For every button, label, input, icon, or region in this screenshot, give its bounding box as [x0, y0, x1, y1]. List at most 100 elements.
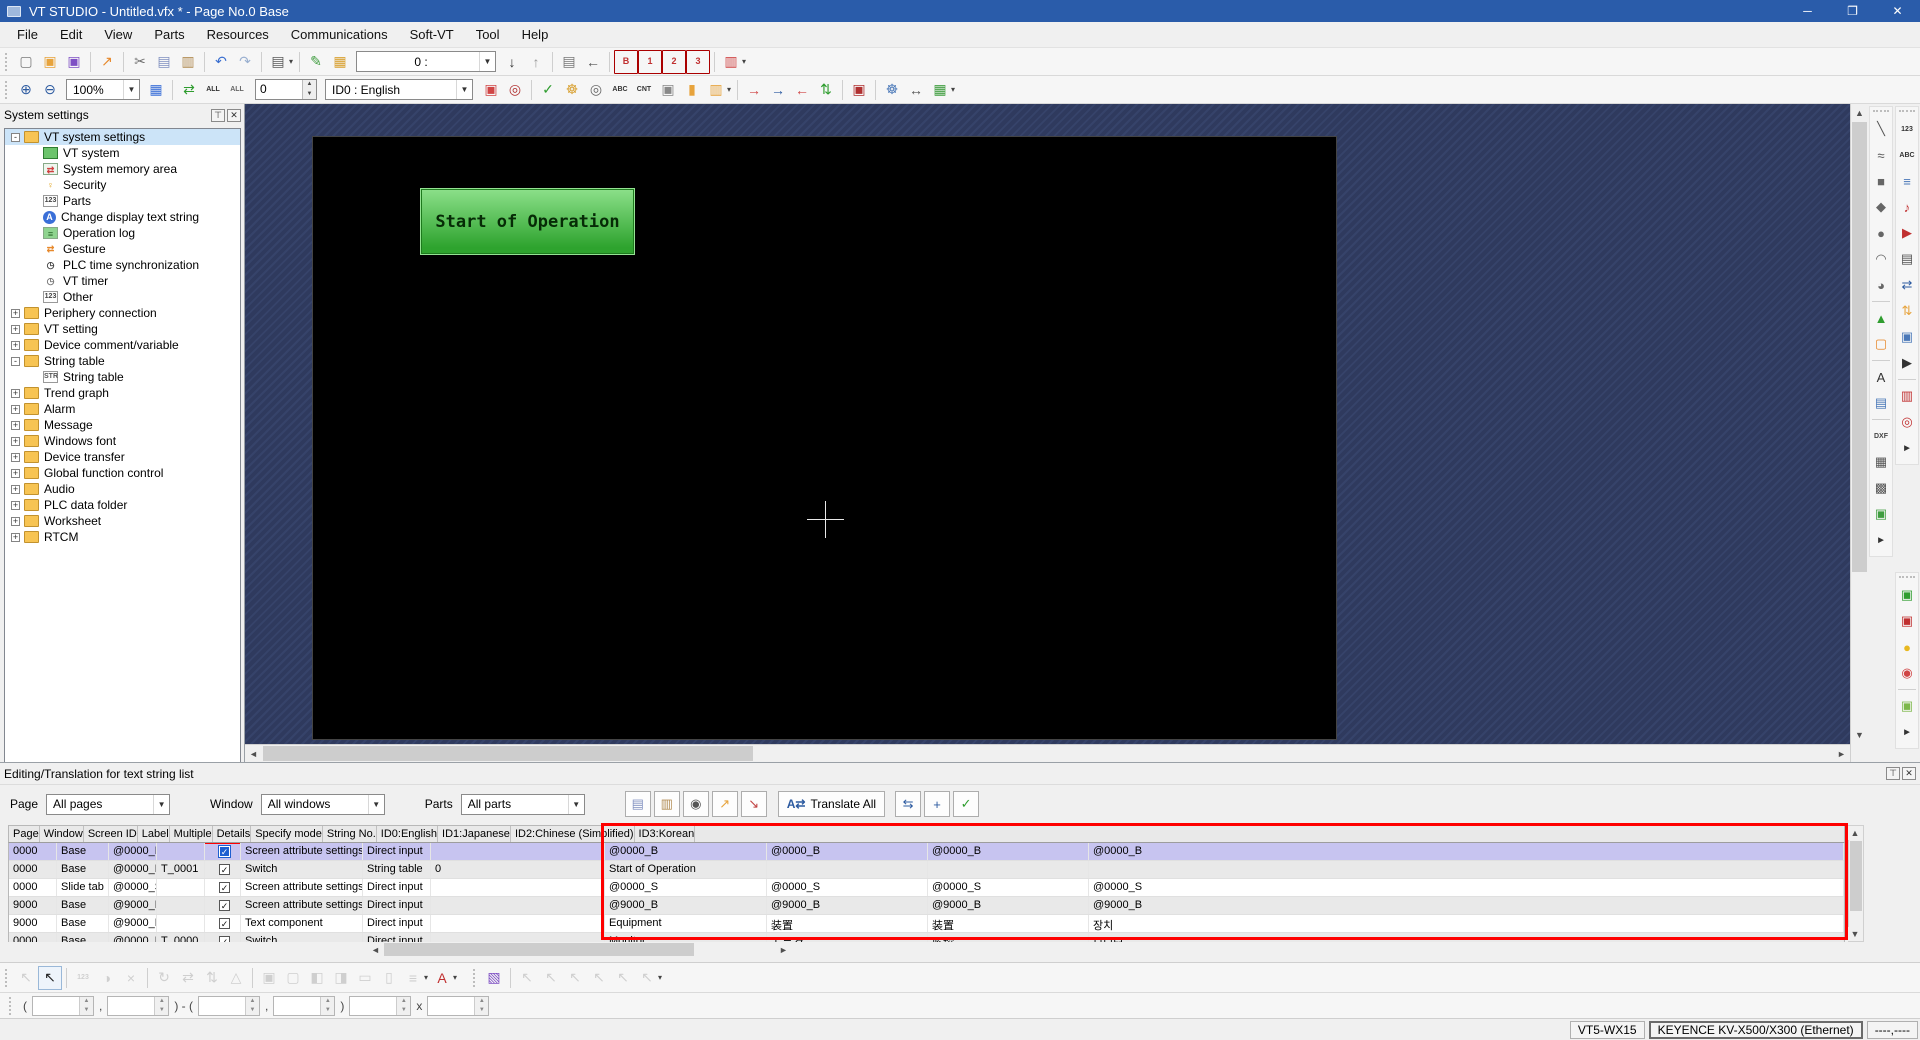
multiple-checkbox[interactable]: ✓ — [219, 846, 230, 857]
menu-item[interactable]: Tool — [465, 24, 511, 46]
spin-down-icon[interactable]: ▼ — [246, 1006, 259, 1015]
rotate-select-icon[interactable]: ◑ — [95, 966, 119, 990]
menu-item[interactable]: Communications — [280, 24, 399, 46]
new-screen-2-icon[interactable]: 2 — [662, 50, 686, 74]
screen-number-combo[interactable]: 0 : ▼ — [356, 51, 496, 72]
tree-expander[interactable]: + — [11, 453, 20, 462]
save-icon[interactable]: ▣ — [62, 50, 86, 74]
hmi-screen[interactable]: Start of Operation — [312, 136, 1337, 740]
grid-icon[interactable]: ▦ — [144, 78, 168, 102]
tree-item[interactable]: + PLC data folder — [5, 497, 240, 513]
flip-horizontal-icon[interactable]: ⇄ — [176, 966, 200, 990]
screen-check-icon[interactable]: ✓ — [536, 78, 560, 102]
scroll-down-icon[interactable]: ▼ — [1848, 927, 1862, 941]
scrollbar-thumb[interactable] — [263, 746, 753, 761]
spin-up-icon[interactable]: ▲ — [475, 997, 488, 1006]
coordinate-spinner[interactable]: ▲▼ — [32, 996, 94, 1016]
close-button[interactable]: ✕ — [1875, 0, 1920, 22]
switch-part-icon[interactable]: ▣ — [1896, 584, 1918, 606]
text-display-icon[interactable]: ABC — [1896, 144, 1918, 166]
language-overlap-icon[interactable]: ▣ — [479, 78, 503, 102]
numeric-display-icon[interactable]: 123 — [1896, 118, 1918, 140]
toolbar-grip[interactable] — [9, 997, 14, 1015]
chevron-down-icon[interactable]: ▼ — [456, 80, 472, 99]
draw-line-icon[interactable]: ╲ — [1870, 118, 1892, 140]
place-memo-icon[interactable]: ▤ — [1870, 392, 1892, 414]
tree-expander[interactable]: + — [11, 325, 20, 334]
place-image-icon[interactable]: ▲ — [1870, 307, 1892, 329]
operation-image-icon[interactable]: ▣ — [656, 78, 680, 102]
tree-item[interactable]: ⇄ System memory area — [5, 161, 240, 177]
coordinate-spinner[interactable]: ▲▼ — [107, 996, 169, 1016]
menu-item[interactable]: Parts — [143, 24, 195, 46]
ten-key-icon[interactable]: ▦ — [328, 50, 352, 74]
comment-display-icon[interactable]: ≡ — [1896, 170, 1918, 192]
status-plc-connection[interactable]: KEYENCE KV-X500/X300 (Ethernet) — [1649, 1021, 1863, 1039]
spin-up-icon[interactable]: ▲ — [303, 80, 316, 90]
tree-item[interactable]: ◷ VT timer — [5, 273, 240, 289]
lamp-part-icon[interactable]: ● — [1896, 636, 1918, 658]
library-grid-icon[interactable]: ▥ — [704, 78, 728, 102]
toolbar-grip[interactable] — [1899, 576, 1915, 580]
close-panel-icon[interactable]: ✕ — [227, 109, 241, 122]
column-header[interactable]: Details — [213, 826, 252, 842]
buzzer-icon[interactable]: ♪ — [1896, 196, 1918, 218]
move-down-icon[interactable]: ↓ — [500, 50, 524, 74]
select-icon[interactable]: ↖ — [38, 966, 62, 990]
spin-up-icon[interactable]: ▲ — [397, 997, 410, 1006]
more-draw-icon[interactable]: ▶ — [1870, 529, 1892, 551]
copy-icon[interactable]: ▤ — [152, 50, 176, 74]
coordinate-spinner[interactable]: ▲▼ — [349, 996, 411, 1016]
table-row[interactable]: 0000 Base @0000_B T_0001 ✓ Switch String… — [9, 861, 1844, 879]
pin-icon[interactable]: ⊤ — [1886, 767, 1900, 780]
table-row[interactable]: 9000 Base @9000_B ✓ Text component Direc… — [9, 915, 1844, 933]
tree-expander[interactable]: + — [11, 501, 20, 510]
tree-expander[interactable]: + — [11, 341, 20, 350]
tree-item[interactable]: - String table — [5, 353, 240, 369]
start-operation-switch[interactable]: Start of Operation — [420, 188, 635, 255]
bring-to-front-icon[interactable]: ▣ — [257, 966, 281, 990]
tree-expander[interactable]: + — [11, 437, 20, 446]
table-horizontal-scrollbar[interactable]: ◄ ► — [0, 942, 1920, 959]
scroll-right-icon[interactable]: ► — [1833, 745, 1850, 762]
multi-lamp-part-icon[interactable]: ◉ — [1896, 662, 1918, 684]
chevron-down-icon[interactable]: ▼ — [568, 795, 584, 814]
column-header[interactable]: Label — [138, 826, 170, 842]
library-icon[interactable]: ▮ — [680, 78, 704, 102]
tree-item[interactable]: + Global function control — [5, 465, 240, 481]
select-page-icon[interactable]: ▤ — [557, 50, 581, 74]
scroll-down-icon[interactable]: ▼ — [1851, 726, 1868, 743]
table-vertical-scrollbar[interactable]: ▲ ▼ — [1848, 825, 1864, 942]
screen-editor-canvas[interactable]: Start of Operation ◄ ► — [245, 104, 1850, 762]
movie-icon[interactable]: ▤ — [1896, 248, 1918, 270]
transfer-verify-icon[interactable]: ⇅ — [814, 78, 838, 102]
translate-all-button[interactable]: A⇄ Translate All — [778, 791, 885, 817]
undo-icon[interactable]: ↶ — [209, 50, 233, 74]
menu-item[interactable]: File — [6, 24, 49, 46]
chevron-down-icon[interactable]: ▼ — [479, 52, 495, 71]
select-switch-icon[interactable]: ↖ — [515, 966, 539, 990]
draw-sector-icon[interactable]: ◕ — [1870, 274, 1892, 296]
close-panel-icon[interactable]: ✕ — [1902, 767, 1916, 780]
tree-expander[interactable]: + — [11, 485, 20, 494]
language-preview-icon[interactable]: ◎ — [503, 78, 527, 102]
coordinate-spinner[interactable]: ▲▼ — [273, 996, 335, 1016]
more-parts-icon[interactable]: ▶ — [1896, 437, 1918, 459]
select-special-icon[interactable]: ↖ — [14, 966, 38, 990]
import-dxf-icon[interactable]: DXF — [1870, 425, 1892, 447]
scroll-right-icon[interactable]: ► — [776, 942, 791, 957]
spin-down-icon[interactable]: ▼ — [475, 1006, 488, 1015]
tree-item[interactable]: A Change display text string — [5, 209, 240, 225]
new-screen-1-icon[interactable]: 1 — [638, 50, 662, 74]
tree-expander[interactable]: + — [11, 469, 20, 478]
text-attribute-icon[interactable]: A — [430, 966, 454, 990]
menu-item[interactable]: Help — [511, 24, 560, 46]
draw-ellipse-icon[interactable]: ● — [1870, 222, 1892, 244]
align-menu-icon[interactable]: ≡ — [401, 966, 425, 990]
copy-rows-icon[interactable]: ▤ — [625, 791, 651, 817]
video-display-icon[interactable]: ▶ — [1896, 352, 1918, 374]
vt-maintenance-icon[interactable]: ☸ — [880, 78, 904, 102]
system-setting-icon[interactable]: ☸ — [560, 78, 584, 102]
export-list-icon[interactable]: ↗ — [712, 791, 738, 817]
coordinate-spinner[interactable]: ▲▼ — [198, 996, 260, 1016]
